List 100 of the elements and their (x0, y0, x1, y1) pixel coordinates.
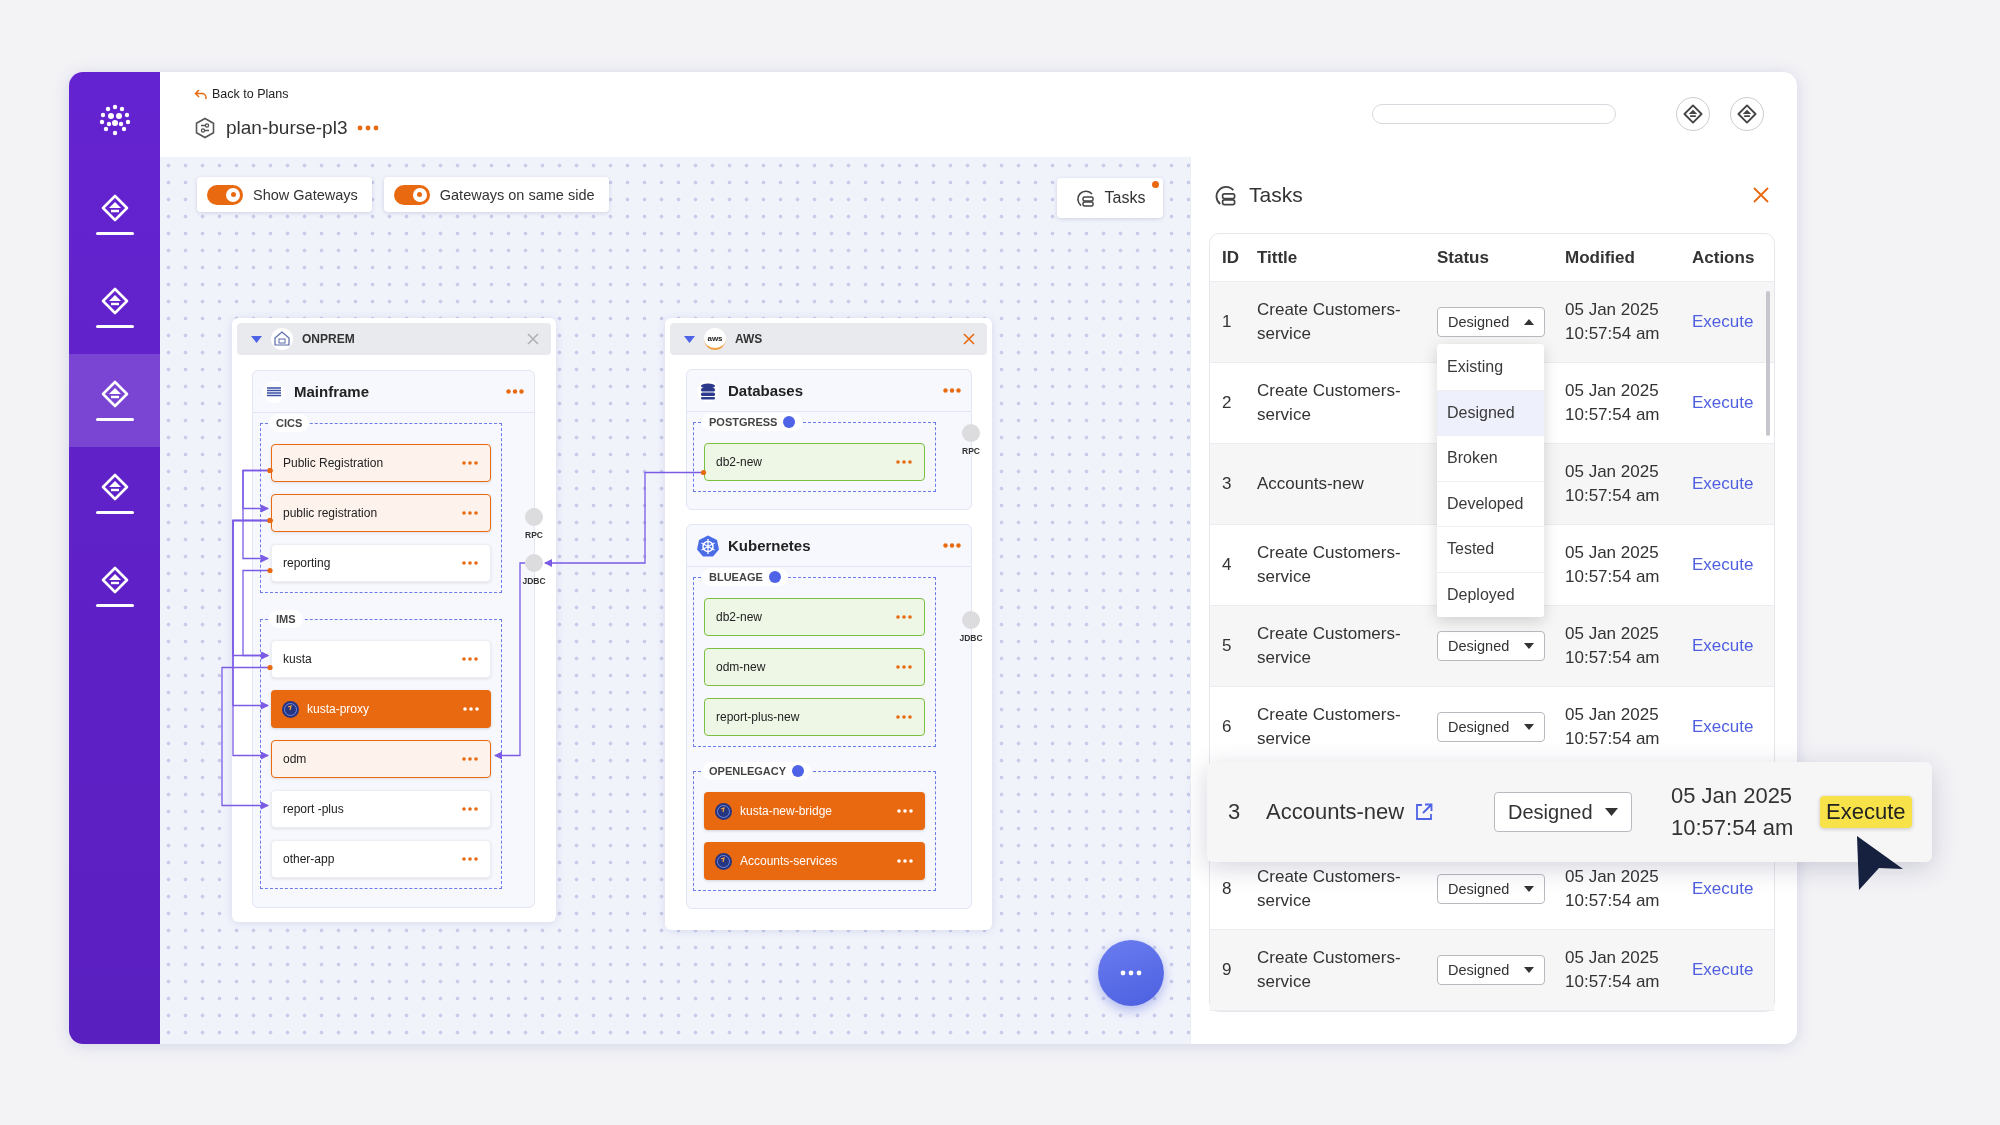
toggle-switch[interactable] (207, 184, 243, 205)
node-label: db2-new (716, 455, 764, 469)
diamond-icon (100, 566, 129, 594)
caret-icon (1524, 724, 1534, 730)
execute-link[interactable]: Execute (1692, 717, 1774, 737)
app-node[interactable]: odm (271, 740, 491, 778)
node-label: report -plus (283, 802, 345, 816)
app-node[interactable]: Public Registration (271, 444, 491, 482)
caret-icon (1524, 319, 1534, 325)
diamond-button[interactable] (1676, 97, 1710, 131)
status-dropdown[interactable]: Designed (1437, 307, 1545, 337)
node-label: kusta-proxy (307, 702, 371, 716)
app-node[interactable]: report-plus-new (704, 698, 925, 736)
app-node[interactable]: report -plus (271, 790, 491, 828)
more-icon[interactable] (897, 809, 913, 813)
more-icon[interactable] (896, 460, 912, 464)
more-icon[interactable] (943, 388, 961, 393)
status-dropdown[interactable]: Designed (1437, 631, 1545, 661)
more-icon[interactable] (357, 125, 380, 131)
table-cell-text: Create Customers-service (1257, 947, 1402, 993)
status-dropdown[interactable]: Designed (1437, 955, 1545, 985)
close-icon[interactable] (527, 333, 539, 345)
more-icon[interactable] (506, 389, 524, 394)
execute-link[interactable]: Execute (1692, 555, 1774, 575)
card-title: Kubernetes (728, 537, 812, 554)
service-logo-icon (715, 852, 732, 870)
column-header: Actions (1692, 247, 1756, 268)
status-dropdown[interactable]: Designed (1494, 792, 1632, 832)
caret-icon (1605, 808, 1618, 816)
search-field[interactable] (1372, 104, 1616, 124)
app-node[interactable]: kusta (271, 640, 491, 678)
execute-link[interactable]: Execute (1692, 474, 1774, 494)
more-icon[interactable] (462, 857, 478, 861)
more-icon[interactable] (896, 715, 912, 719)
table-cell-text: 4 (1222, 554, 1233, 576)
node-label: reporting (283, 556, 332, 570)
collapse-caret-icon[interactable] (684, 335, 695, 343)
toggle-label: Gateways on same side (439, 186, 595, 203)
tasks-icon (1213, 183, 1237, 207)
execute-link[interactable]: Execute (1692, 879, 1774, 899)
app-node[interactable]: public registration (271, 494, 491, 532)
execute-button[interactable]: Execute (1820, 796, 1912, 828)
table-cell-text: 3 (1228, 799, 1242, 825)
return-arrow-icon (194, 88, 207, 100)
cloud-logo: aws (704, 328, 726, 350)
table-cell-text: Create Customers-service (1257, 380, 1402, 426)
app-node[interactable]: reporting (271, 544, 491, 582)
app-node[interactable]: db2-new (704, 598, 925, 636)
table-cell-text: Create Customers-service (1257, 299, 1402, 345)
section-label: POSTGRESS (709, 415, 778, 430)
service-logo-icon (282, 700, 299, 718)
execute-link[interactable]: Execute (1692, 636, 1774, 656)
collapse-caret-icon[interactable] (251, 335, 262, 343)
toggle-switch[interactable] (393, 184, 430, 205)
status-dropdown[interactable]: Designed (1437, 874, 1545, 904)
more-icon[interactable] (462, 657, 478, 661)
card-title: Databases (728, 382, 805, 399)
menu-item[interactable]: Existing (1437, 344, 1544, 390)
app-node[interactable]: db2-new (704, 443, 925, 481)
node-label: Accounts-services (740, 854, 839, 868)
execute-link[interactable]: Execute (1692, 393, 1774, 413)
table-cell-text: 05 Jan 2025 10:57:54 am (1565, 623, 1661, 669)
diamond-icon (1737, 104, 1757, 124)
column-header: Tittle (1257, 247, 1299, 268)
more-icon[interactable] (462, 511, 478, 515)
status-dropdown[interactable]: Designed (1437, 712, 1545, 742)
menu-item[interactable]: Designed (1437, 389, 1544, 435)
diamond-button[interactable] (1730, 97, 1764, 131)
close-icon[interactable] (963, 333, 975, 345)
more-icon[interactable] (943, 543, 961, 548)
external-link-icon[interactable] (1414, 802, 1435, 822)
execute-link[interactable]: Execute (1692, 960, 1774, 980)
app-node[interactable]: other-app (271, 840, 491, 878)
back-link[interactable]: Back to Plans (194, 85, 380, 103)
more-icon[interactable] (463, 707, 479, 711)
table-cell-text: 6 (1222, 716, 1233, 738)
more-icon[interactable] (462, 561, 478, 565)
more-icon[interactable] (462, 757, 478, 761)
execute-link[interactable]: Execute (1692, 312, 1774, 332)
table-cell-text: 05 Jan 2025 10:57:54 am (1565, 380, 1661, 426)
helm-wheel-icon (697, 534, 719, 557)
node-label: public registration (283, 506, 379, 520)
more-icon[interactable] (462, 461, 478, 465)
section-label: CICS (276, 416, 303, 431)
caret-icon (1524, 886, 1534, 892)
more-icon[interactable] (897, 859, 913, 863)
more-icon (1120, 970, 1142, 976)
tasks-button[interactable]: Tasks (1057, 178, 1163, 218)
app-node[interactable]: odm-new (704, 648, 925, 686)
caret-icon (1524, 967, 1534, 973)
more-icon[interactable] (896, 665, 912, 669)
nav-item[interactable] (69, 354, 160, 447)
group-title: ONPREM (302, 332, 356, 346)
more-icon[interactable] (462, 807, 478, 811)
more-icon[interactable] (896, 615, 912, 619)
more-actions-button[interactable] (1098, 940, 1164, 1006)
diamond-icon (100, 194, 129, 222)
diamond-icon (100, 473, 129, 501)
close-icon[interactable] (1753, 187, 1769, 203)
table-cell-text: Create Customers-service (1257, 542, 1402, 588)
